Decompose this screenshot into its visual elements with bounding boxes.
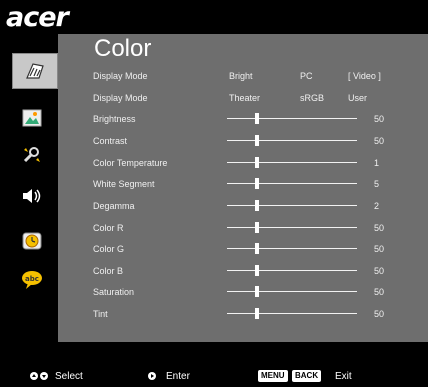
setting-value: 5 <box>374 179 380 189</box>
value-slider[interactable] <box>227 157 357 168</box>
enter-hint: Enter <box>166 371 190 382</box>
sidebar-item-image[interactable] <box>12 105 52 131</box>
settings-row[interactable]: Degamma 2 <box>58 195 428 217</box>
timer-icon <box>22 232 42 250</box>
slider-track <box>227 162 357 163</box>
sidebar-item-settings[interactable] <box>12 142 52 168</box>
setting-value: 50 <box>374 309 385 319</box>
setting-label: Color Temperature <box>93 158 168 168</box>
value-slider[interactable] <box>227 265 357 276</box>
slider-track <box>227 118 357 119</box>
slider-knob[interactable] <box>255 157 259 168</box>
image-icon <box>22 109 42 127</box>
settings-row[interactable]: Display Mode Bright PC [ Video ] <box>58 65 428 87</box>
setting-value: 50 <box>374 223 385 233</box>
setting-value: 1 <box>374 158 380 168</box>
setting-label: Display Mode <box>93 71 148 81</box>
value-slider[interactable] <box>227 286 357 297</box>
setting-label: Color G <box>93 244 125 254</box>
language-icon: abc <box>22 271 42 289</box>
sidebar-item-language[interactable]: abc <box>12 267 52 293</box>
value-slider[interactable] <box>227 200 357 211</box>
settings-row[interactable]: Brightness 50 <box>58 108 428 130</box>
slider-knob[interactable] <box>255 265 259 276</box>
mode-option[interactable]: sRGB <box>300 93 324 103</box>
settings-row[interactable]: Color Temperature 1 <box>58 152 428 174</box>
value-slider[interactable] <box>227 178 357 189</box>
slider-knob[interactable] <box>255 135 259 146</box>
setting-value: 50 <box>374 287 385 297</box>
slider-track <box>227 140 357 141</box>
up-down-arrows-icon <box>30 371 50 384</box>
sidebar-item-color[interactable] <box>12 53 58 89</box>
setting-label: White Segment <box>93 179 155 189</box>
setting-label: Color B <box>93 266 124 276</box>
slider-track <box>227 270 357 271</box>
back-key-badge: BACK <box>292 370 322 382</box>
slider-track <box>227 248 357 249</box>
slider-track <box>227 291 357 292</box>
setting-label: Color R <box>93 223 124 233</box>
sidebar-item-audio[interactable] <box>12 183 52 209</box>
footer-hints: Select Enter MENU BACK Exit <box>0 365 428 387</box>
color-palette-icon <box>26 63 44 79</box>
slider-knob[interactable] <box>255 243 259 254</box>
right-arrow-icon <box>147 371 157 384</box>
svg-text:abc: abc <box>25 275 39 283</box>
setting-value: 50 <box>374 244 385 254</box>
value-slider[interactable] <box>227 222 357 233</box>
setting-label: Tint <box>93 309 108 319</box>
setting-label: Brightness <box>93 114 136 124</box>
slider-track <box>227 313 357 314</box>
settings-row[interactable]: Color R 50 <box>58 217 428 239</box>
setting-value: 50 <box>374 114 385 124</box>
setting-label: Display Mode <box>93 93 148 103</box>
setting-label: Saturation <box>93 287 135 297</box>
acer-logo: acer <box>6 2 69 33</box>
settings-row[interactable]: White Segment 5 <box>58 173 428 195</box>
select-hint: Select <box>55 371 83 382</box>
slider-track <box>227 183 357 184</box>
mode-option[interactable]: Bright <box>229 71 253 81</box>
settings-row[interactable]: Contrast 50 <box>58 130 428 152</box>
value-slider[interactable] <box>227 243 357 254</box>
value-slider[interactable] <box>227 308 357 319</box>
settings-row[interactable]: Tint 50 <box>58 303 428 325</box>
settings-wrench-icon <box>23 147 40 163</box>
value-slider[interactable] <box>227 135 357 146</box>
slider-track <box>227 227 357 228</box>
slider-knob[interactable] <box>255 222 259 233</box>
settings-row[interactable]: Display Mode Theater sRGB User <box>58 87 428 109</box>
setting-label: Degamma <box>93 201 135 211</box>
setting-label: Contrast <box>93 136 128 146</box>
speaker-icon <box>23 189 41 203</box>
settings-row[interactable]: Color B 50 <box>58 260 428 282</box>
slider-knob[interactable] <box>255 286 259 297</box>
mode-option[interactable]: [ Video ] <box>348 71 381 81</box>
slider-knob[interactable] <box>255 200 259 211</box>
mode-option[interactable]: Theater <box>229 93 260 103</box>
page-title: Color <box>94 35 152 62</box>
slider-knob[interactable] <box>255 178 259 189</box>
setting-value: 50 <box>374 266 385 276</box>
sidebar-item-timer[interactable] <box>12 228 52 254</box>
exit-hint: Exit <box>335 371 352 382</box>
setting-value: 50 <box>374 136 385 146</box>
slider-knob[interactable] <box>255 113 259 124</box>
mode-option[interactable]: User <box>348 93 367 103</box>
setting-value: 2 <box>374 201 380 211</box>
slider-knob[interactable] <box>255 308 259 319</box>
settings-row[interactable]: Saturation 50 <box>58 281 428 303</box>
menu-key-badge: MENU <box>258 370 288 382</box>
mode-option[interactable]: PC <box>300 71 313 81</box>
settings-row[interactable]: Color G 50 <box>58 238 428 260</box>
value-slider[interactable] <box>227 113 357 124</box>
slider-track <box>227 205 357 206</box>
